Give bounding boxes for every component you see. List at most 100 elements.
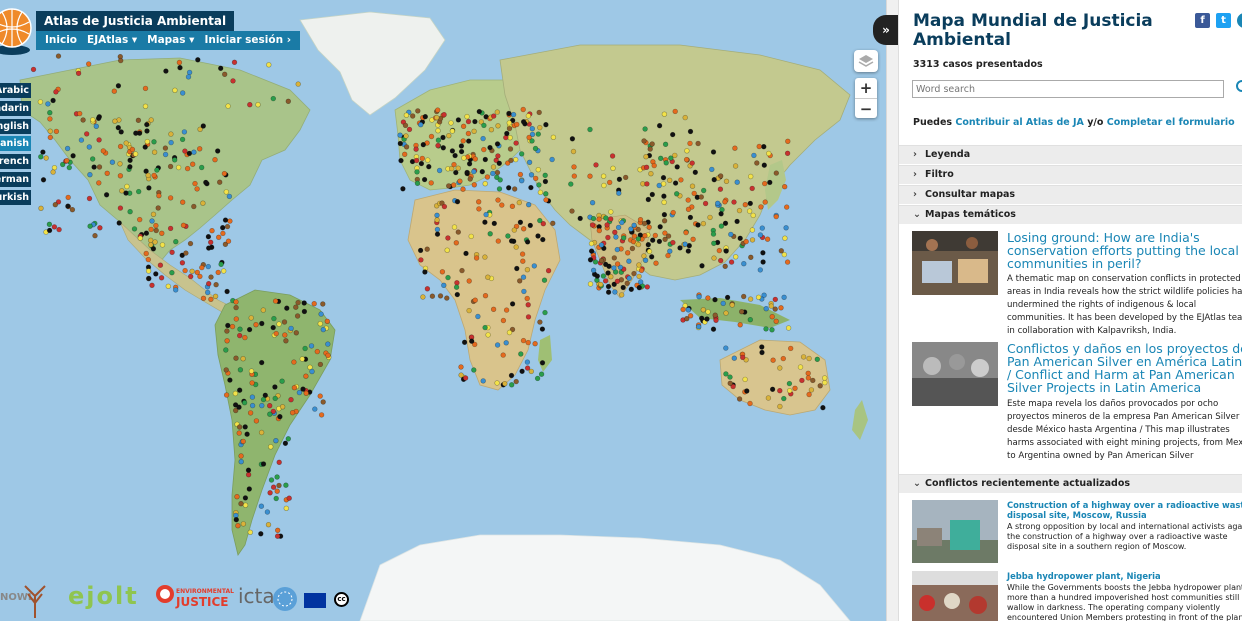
conflict-marker[interactable] (143, 250, 149, 257)
conflict-marker[interactable] (133, 130, 139, 136)
conflict-marker[interactable] (777, 403, 783, 410)
conflict-marker[interactable] (518, 351, 524, 357)
conflict-marker[interactable] (487, 231, 493, 237)
conflict-marker[interactable] (419, 155, 425, 162)
conflict-marker[interactable] (65, 203, 71, 209)
conflict-marker[interactable] (508, 372, 515, 379)
conflict-marker[interactable] (80, 117, 86, 123)
conflict-marker[interactable] (303, 390, 309, 396)
zoom-in-button[interactable]: + (855, 78, 877, 98)
conflict-marker[interactable] (155, 205, 161, 211)
conflict-marker[interactable] (568, 181, 574, 187)
conflict-marker[interactable] (43, 155, 49, 161)
conflict-marker[interactable] (705, 295, 711, 301)
conflict-marker[interactable] (51, 165, 58, 171)
conflict-marker[interactable] (458, 372, 464, 378)
conflict-marker[interactable] (223, 367, 229, 373)
conflict-marker[interactable] (188, 273, 194, 280)
conflict-marker[interactable] (249, 380, 255, 386)
conflict-marker[interactable] (218, 261, 224, 267)
conflict-marker[interactable] (759, 349, 765, 356)
conflict-marker[interactable] (445, 274, 451, 281)
conflict-marker[interactable] (605, 283, 612, 290)
conflict-marker[interactable] (294, 313, 301, 319)
conflict-marker[interactable] (452, 152, 458, 159)
conflict-marker[interactable] (283, 505, 289, 511)
conflict-marker[interactable] (131, 226, 138, 232)
lang-german[interactable]: German (0, 171, 31, 187)
conflict-marker[interactable] (535, 233, 541, 239)
conflict-marker[interactable] (137, 216, 143, 223)
conflict-marker[interactable] (713, 317, 719, 323)
conflict-marker[interactable] (723, 178, 730, 185)
conflict-marker[interactable] (543, 121, 549, 128)
conflict-marker[interactable] (444, 247, 450, 253)
conflict-marker[interactable] (453, 169, 459, 176)
conflict-marker[interactable] (117, 57, 124, 64)
conflict-marker[interactable] (233, 304, 239, 311)
section-filtro[interactable]: › Filtro (899, 165, 1242, 184)
conflict-marker[interactable] (532, 145, 539, 152)
conflict-marker[interactable] (463, 250, 469, 257)
conflict-marker[interactable] (142, 85, 149, 92)
conflict-marker[interactable] (451, 224, 458, 230)
conflict-marker[interactable] (238, 501, 244, 507)
conflict-marker[interactable] (749, 227, 756, 233)
conflict-marker[interactable] (247, 410, 254, 416)
conflict-marker[interactable] (46, 221, 53, 228)
conflict-marker[interactable] (180, 199, 186, 205)
conflict-marker[interactable] (495, 197, 501, 203)
conflict-marker[interactable] (759, 225, 765, 231)
conflict-marker[interactable] (545, 268, 552, 274)
conflict-marker[interactable] (70, 153, 76, 159)
conflict-marker[interactable] (109, 159, 116, 165)
conflict-marker[interactable] (488, 126, 495, 133)
conflict-marker[interactable] (537, 319, 543, 325)
conflict-marker[interactable] (462, 375, 469, 381)
conflict-marker[interactable] (638, 267, 645, 274)
conflict-marker[interactable] (571, 173, 577, 179)
conflict-marker[interactable] (272, 395, 278, 402)
conflict-marker[interactable] (309, 368, 315, 375)
conflict-marker[interactable] (718, 223, 725, 229)
conflict-marker[interactable] (64, 158, 70, 164)
conflict-marker[interactable] (767, 179, 773, 186)
conflict-marker[interactable] (276, 321, 282, 327)
conflict-marker[interactable] (266, 62, 272, 68)
conflict-marker[interactable] (466, 138, 472, 144)
conflict-marker[interactable] (761, 144, 767, 150)
conflict-marker[interactable] (670, 239, 676, 246)
conflict-marker[interactable] (612, 229, 618, 236)
conflict-marker[interactable] (78, 137, 85, 143)
conflict-marker[interactable] (233, 516, 240, 523)
conflict-marker[interactable] (590, 215, 597, 222)
conflict-marker[interactable] (663, 160, 669, 166)
conflict-marker[interactable] (710, 149, 717, 155)
conflict-marker[interactable] (156, 193, 162, 199)
conflict-marker[interactable] (637, 279, 644, 285)
conflict-marker[interactable] (208, 274, 214, 280)
conflict-marker[interactable] (301, 308, 308, 315)
conflict-marker[interactable] (146, 275, 152, 282)
nav-login[interactable]: Iniciar sesión › (199, 31, 296, 50)
conflict-marker[interactable] (661, 111, 668, 117)
conflict-marker[interactable] (221, 170, 228, 177)
conflict-marker[interactable] (614, 246, 620, 253)
conflict-marker[interactable] (537, 189, 544, 196)
conflict-marker[interactable] (428, 180, 434, 186)
conflict-marker[interactable] (743, 238, 749, 245)
conflict-marker[interactable] (414, 169, 420, 175)
conflict-marker[interactable] (723, 345, 729, 351)
conflict-marker[interactable] (459, 267, 465, 274)
conflict-marker[interactable] (718, 211, 724, 217)
conflict-marker[interactable] (808, 387, 815, 393)
conflict-marker[interactable] (406, 126, 413, 133)
conflict-marker[interactable] (682, 114, 688, 121)
conflict-marker[interactable] (220, 230, 226, 237)
conflict-marker[interactable] (52, 202, 58, 208)
conflict-marker[interactable] (56, 226, 62, 233)
conflict-marker[interactable] (96, 164, 103, 170)
conflict-marker[interactable] (142, 103, 149, 110)
conflict-marker[interactable] (218, 65, 224, 72)
conflict-marker[interactable] (96, 180, 102, 186)
